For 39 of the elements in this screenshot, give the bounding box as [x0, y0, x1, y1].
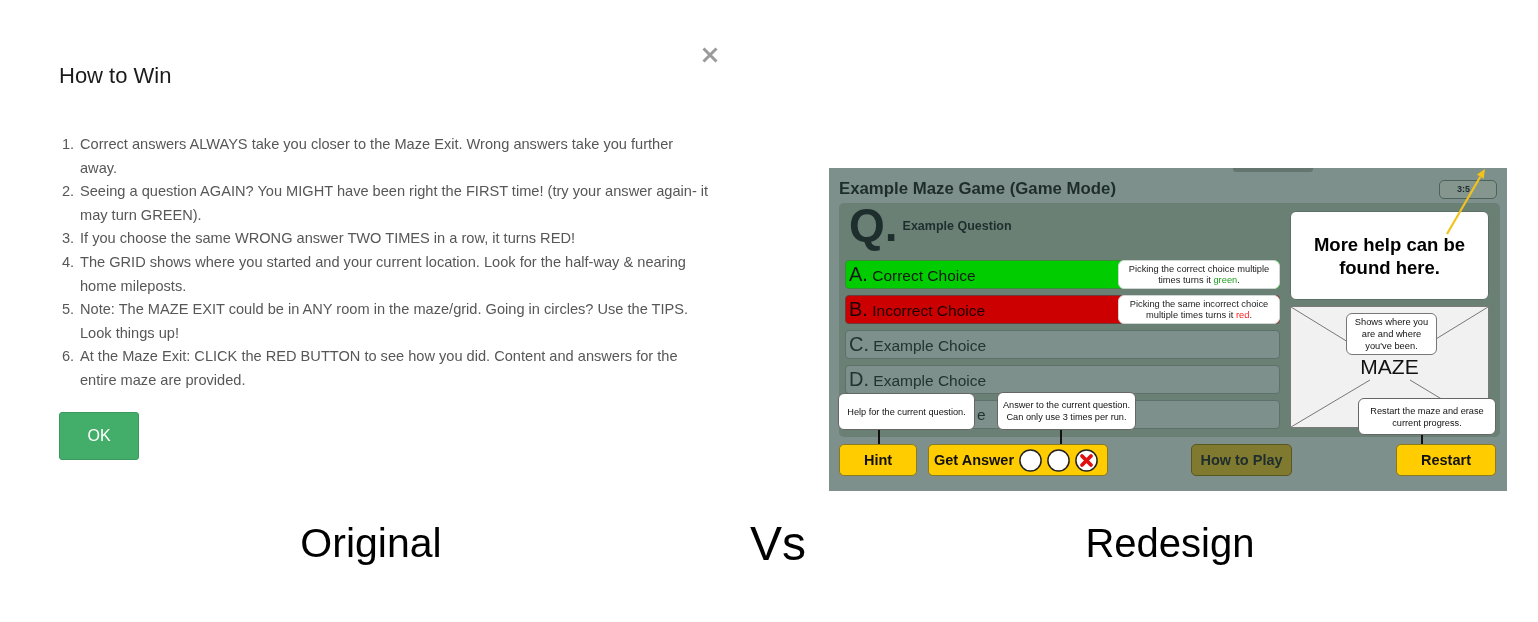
list-number: 4. [62, 252, 76, 272]
timer-display: 3:5 [1439, 179, 1497, 199]
tooltip: Picking the correct choice multiple times turns it green. [1118, 260, 1280, 289]
restart-button[interactable]: Restart [1396, 444, 1496, 476]
help-panel: More help can be found here. [1290, 211, 1489, 300]
instruction-text: Correct answers ALWAYS take you closer to the Maze Exit. Wrong answers take you further away. [80, 135, 675, 178]
leader-line [1060, 430, 1062, 444]
tooltip: Answer to the current question. Can only use 3 times per run. [997, 392, 1136, 430]
versus-label: Vs [749, 515, 807, 571]
dialog-title: How to Win [59, 62, 172, 90]
question-mark-label: Q. [849, 198, 898, 252]
how-to-play-button[interactable]: How to Play [1191, 444, 1292, 476]
pointer-arrow [1446, 169, 1485, 235]
question-text: Example Question [902, 219, 1012, 233]
instruction-text: The GRID shows where you started and your current location. Look for the half-way & nearing home mileposts. [80, 252, 687, 296]
caption: Redesign [1084, 520, 1256, 566]
instruction-text: Seeing a question AGAIN? You MIGHT have been right the FIRST time! (try your answer again- it may turn GREEN). [80, 182, 710, 225]
close-icon[interactable] [702, 47, 718, 63]
answer-choice[interactable]: C. Example Choice [845, 330, 1280, 359]
tooltip: Help for the current question. [838, 393, 975, 430]
hint-button[interactable]: Hint [839, 444, 917, 476]
instruction-text: Note: The MAZE EXIT could be in ANY room in the maze/grid. Going in circles? Use the TIPS. Look things up! [80, 300, 690, 343]
instruction-text: If you choose the same WRONG answer TWO TIMES in a row, it turns RED! [80, 229, 576, 249]
list-number: 3. [62, 229, 76, 249]
tooltip: Picking the same incorrect choice multiple times turns it red. [1118, 295, 1280, 324]
game-title: Example Maze Game (Game Mode) [839, 179, 1116, 199]
answer-choice[interactable]: D. Example Choice [845, 365, 1280, 394]
get-answer-button[interactable]: Get Answer [928, 444, 1108, 476]
list-number: 6. [62, 347, 76, 367]
caption: Original [299, 519, 443, 567]
list-number: 2. [62, 182, 76, 202]
list-number: 5. [62, 300, 76, 320]
leader-line [878, 430, 880, 444]
ok-button[interactable]: OK [59, 411, 139, 460]
tooltip: Restart the maze and erase current progress. [1358, 398, 1496, 435]
instruction-text: At the Maze Exit: CLICK the RED BUTTON to see how you did. Content and answers for the entire maze are provided. [80, 347, 679, 390]
maze-label: MAZE [1360, 355, 1419, 379]
tooltip: Shows where you are and where you've been. [1346, 313, 1437, 355]
list-number: 1. [62, 135, 76, 154]
